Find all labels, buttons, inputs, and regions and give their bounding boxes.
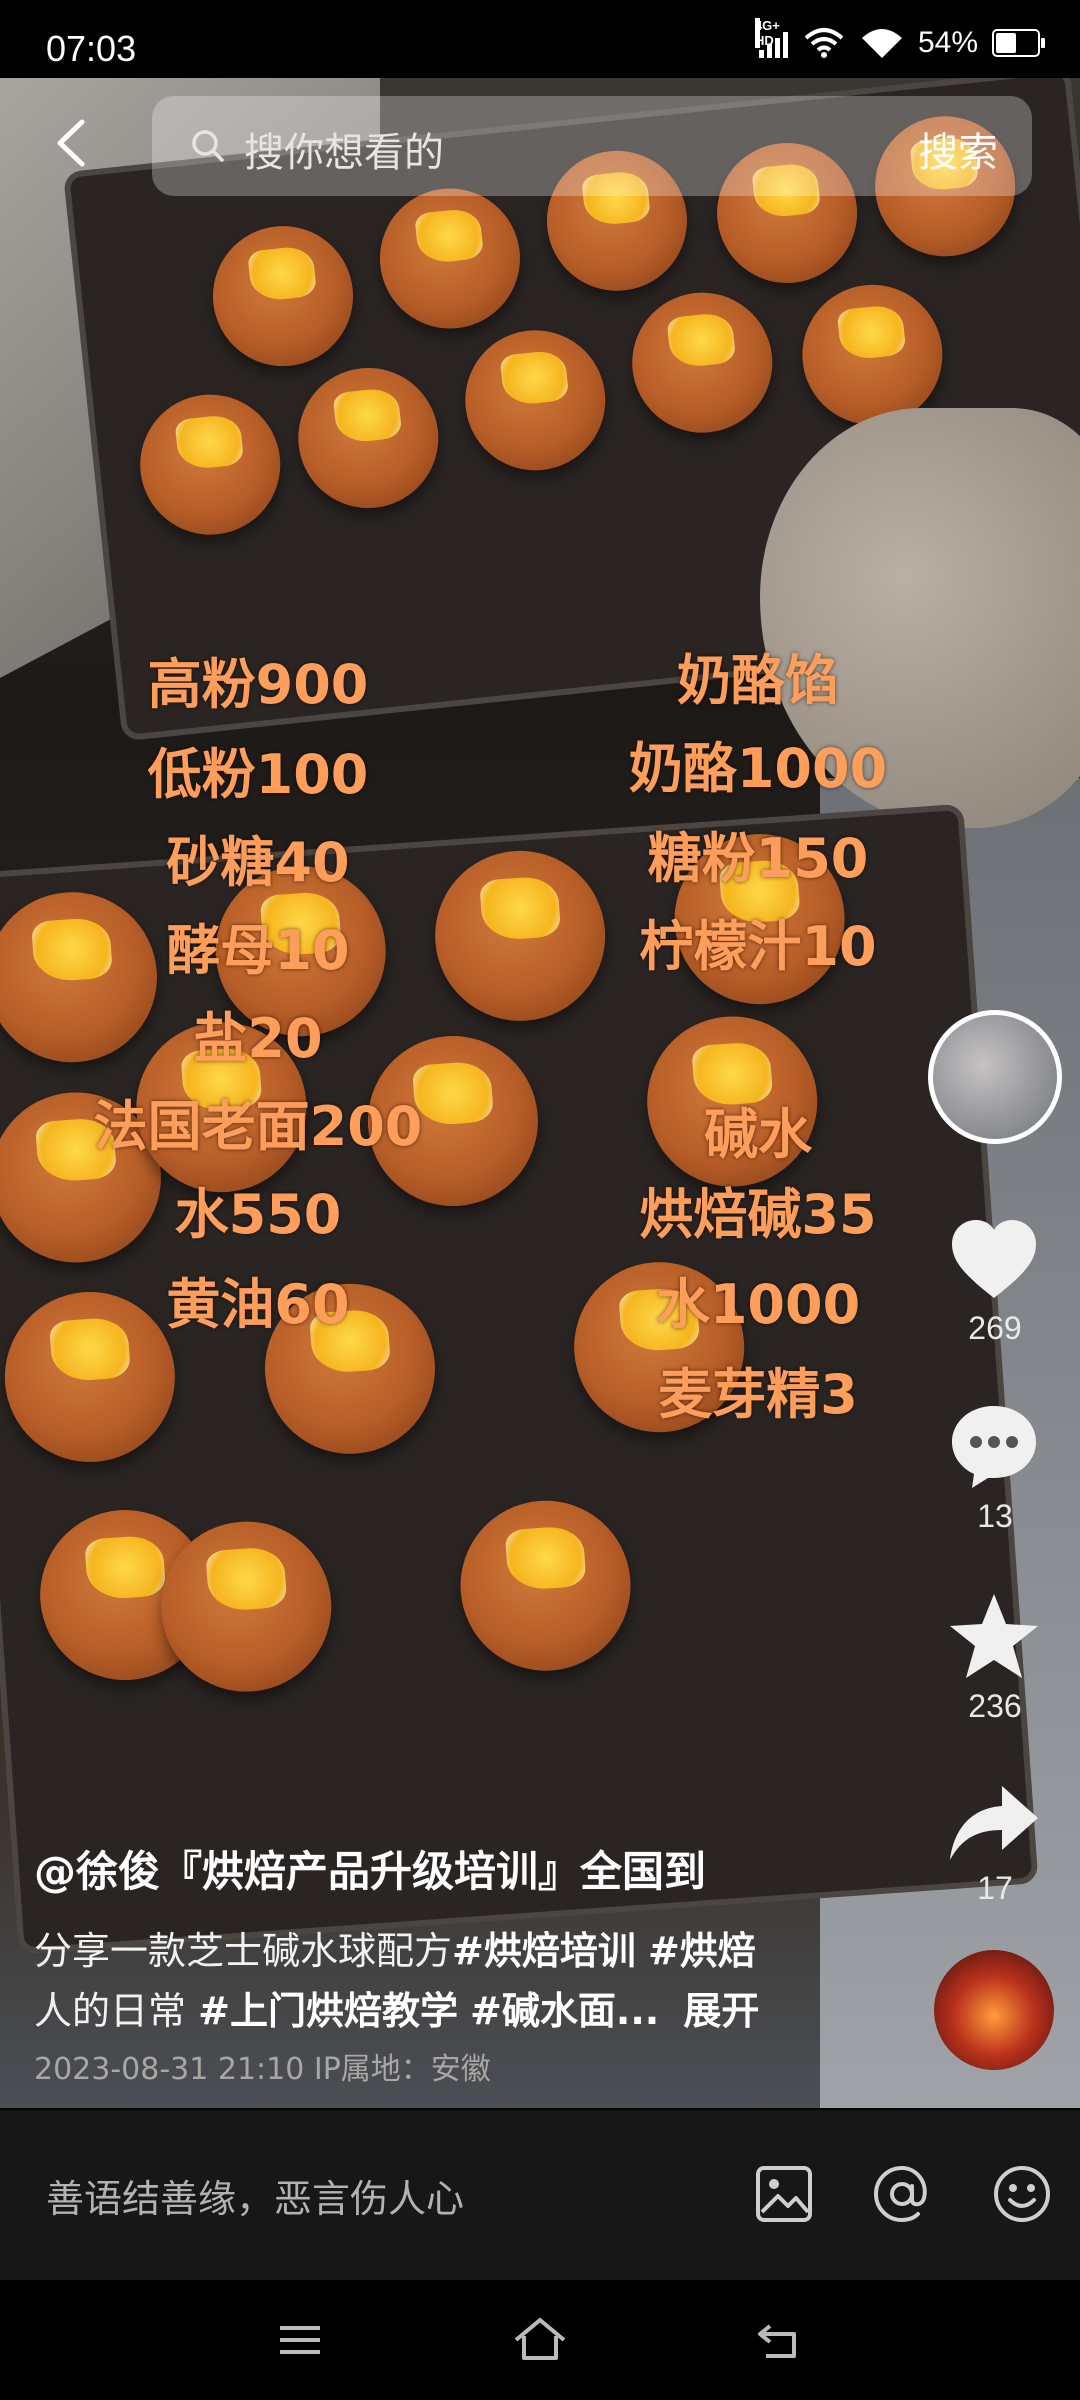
image-icon[interactable] [752,2162,816,2226]
star-icon[interactable] [946,1588,1042,1684]
favorite-count: 236 [968,1688,1022,1724]
recipe-left-6: 水550 [174,1183,342,1246]
search-button[interactable]: 搜索 [918,120,998,178]
share-arrow-icon[interactable] [946,1776,1042,1872]
author-avatar[interactable] [928,1010,1062,1144]
smiley-icon[interactable] [990,2162,1054,2226]
bun [206,219,360,374]
hashtag[interactable]: #烘焙培训 [452,1929,636,1973]
like-count: 269 [968,1310,1022,1346]
bun [373,181,527,336]
back-icon[interactable] [750,2310,810,2370]
recipe-left-2: 砂糖40 [166,831,350,894]
recipe-right-6: 水1000 [655,1273,861,1336]
battery-icon [992,29,1045,57]
search-icon [192,130,224,162]
heart-icon[interactable] [946,1212,1042,1308]
share-count: 17 [977,1870,1013,1906]
recipe-left-1: 低粉100 [147,743,369,806]
menu-icon[interactable] [270,2310,330,2370]
description-text: 分享一款芝士碱水球配方 [34,1929,453,1973]
recipe-left-4: 盐20 [193,1007,323,1070]
recipe-right-2: 糖粉150 [647,827,869,890]
comment-bubble-icon[interactable] [946,1398,1042,1494]
recipe-left-3: 酵母10 [166,919,350,982]
bun [429,845,611,1027]
recipe-right-3: 柠檬汁10 [639,915,877,978]
bun [291,361,446,515]
recipe-right-0: 奶酪馅 [677,649,839,712]
music-disc[interactable] [934,1950,1054,2070]
bun [133,387,288,542]
hashtag[interactable]: #上门烘焙教学 [198,1989,458,2033]
hashtag[interactable]: #碱水面... [470,1989,659,2033]
search-input[interactable]: 搜你想看的 [244,120,444,178]
bun [454,1494,637,1677]
description-line-2: 人的日常 #上门烘焙教学 #碱水面... 展开 [34,1980,759,2035]
expand-button[interactable]: 展开 [683,1989,759,2033]
hashtag[interactable]: #烘焙 [648,1929,756,1973]
status-indicators: 4G+ HD 54% [754,18,1045,60]
recipe-right-1: 奶酪1000 [628,737,888,800]
home-icon[interactable] [510,2310,570,2370]
battery-fill [996,33,1016,53]
back-chevron-icon[interactable] [50,118,90,168]
comment-count: 13 [977,1498,1013,1534]
comment-input[interactable]: 善语结善缘，恶言伤人心 [46,2168,464,2223]
baking-tray-bottom [0,803,1039,1955]
at-icon[interactable] [870,2162,934,2226]
description-text: 人的日常 [34,1989,187,2033]
recipe-left-0: 高粉900 [147,653,369,716]
description-line-1: 分享一款芝士碱水球配方#烘焙培训 #烘焙 [34,1920,756,1975]
network-type: 4G+ HD [754,18,780,48]
author-name[interactable]: @徐俊『烘焙产品升级培训』全国到 [34,1838,706,1899]
bun [0,1286,181,1468]
wifi-alt-icon [804,28,844,58]
recipe-left-5: 法国老面200 [93,1095,423,1158]
post-meta: 2023-08-31 21:10 IP属地：安徽 [34,2052,491,2087]
cellular-signal-icon: 4G+ HD [754,18,788,58]
recipe-right-4: 碱水 [704,1103,812,1166]
recipe-left-7: 黄油60 [166,1273,350,1336]
recipe-right-5: 烘焙碱35 [639,1183,877,1246]
bun [625,285,780,440]
status-time: 07:03 [46,28,137,69]
battery-percent: 54% [917,26,978,59]
recipe-right-7: 麦芽精3 [658,1363,858,1426]
bun [0,886,163,1068]
bun [458,323,613,478]
wifi-icon [861,29,902,58]
